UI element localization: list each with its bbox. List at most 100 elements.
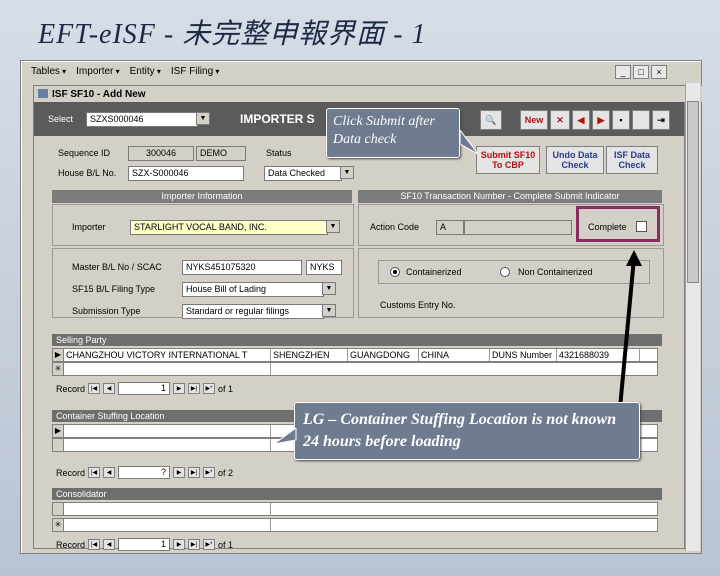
table-row[interactable]: [52, 502, 658, 516]
exit-icon[interactable]: ⇥: [652, 110, 670, 130]
menu-entity[interactable]: Entity: [130, 66, 161, 77]
containerized-label: Containerized: [406, 267, 462, 277]
row-selector-icon[interactable]: ▶: [53, 349, 64, 361]
complete-label: Complete: [588, 222, 627, 232]
undo-data-check-button[interactable]: Undo Data Check: [546, 146, 604, 174]
window-controls: _ □ ×: [615, 65, 667, 79]
transaction-field: [464, 220, 572, 235]
sf10-section-head: SF10 Transaction Number - Complete Submi…: [358, 190, 662, 203]
next-record-icon[interactable]: ▶: [173, 383, 186, 394]
record-of-text: of 1: [218, 539, 234, 550]
row-selector-icon[interactable]: [53, 503, 64, 515]
stuffing-record-nav: Record |◀ ◀ ? ▶ ▶| ▶* of 2: [56, 466, 233, 479]
binoculars-icon[interactable]: 🔍: [480, 110, 502, 130]
chevron-down-icon[interactable]: ▼: [322, 282, 336, 295]
record-label: Record: [56, 383, 86, 394]
blank-icon[interactable]: [632, 110, 650, 130]
empty-cell[interactable]: [64, 503, 271, 515]
chevron-down-icon[interactable]: ▼: [326, 220, 340, 233]
last-record-icon[interactable]: ▶|: [188, 467, 201, 478]
empty-cell[interactable]: [64, 439, 271, 451]
consolidator-record-nav: Record |◀ ◀ 1 ▶ ▶| ▶* of 1: [56, 538, 233, 551]
complete-checkbox[interactable]: [636, 221, 647, 232]
row-selector-icon[interactable]: ▶: [53, 425, 64, 437]
first-record-icon[interactable]: |◀: [88, 539, 101, 550]
submission-label: Submission Type: [72, 306, 141, 316]
last-record-icon[interactable]: ▶|: [188, 539, 201, 550]
new-row-icon: ✳: [53, 363, 64, 375]
prev-record-icon[interactable]: ◀: [103, 467, 116, 478]
delete-icon[interactable]: ✕: [550, 110, 570, 130]
record-number[interactable]: ?: [118, 466, 171, 479]
last-record-icon[interactable]: ▶|: [188, 383, 201, 394]
next-record-icon[interactable]: ▶: [173, 467, 186, 478]
empty-cell[interactable]: [64, 519, 271, 531]
new-record-icon[interactable]: ▶*: [203, 467, 216, 478]
slide-title: EFT-eISF - 未完整申報界面 - 1: [38, 19, 427, 50]
scac-field[interactable]: NYKS: [306, 260, 342, 275]
new-button[interactable]: New: [520, 110, 548, 130]
first-record-icon[interactable]: |◀: [88, 467, 101, 478]
chevron-down-icon[interactable]: ▼: [322, 304, 336, 317]
importer-label: Importer: [72, 222, 106, 232]
menu-bar: Tables Importer Entity ISF Filing: [21, 61, 707, 81]
scrollbar-thumb[interactable]: [687, 101, 699, 283]
minimize-button[interactable]: _: [615, 65, 631, 79]
importer-field[interactable]: STARLIGHT VOCAL BAND, INC.: [130, 220, 328, 235]
selling-country-cell[interactable]: CHINA: [419, 349, 490, 361]
restore-button[interactable]: □: [633, 65, 649, 79]
prev-record-icon[interactable]: ◀: [103, 383, 116, 394]
isf-data-check-button[interactable]: ISF Data Check: [606, 146, 658, 174]
selling-city-cell[interactable]: SHENGZHEN: [271, 349, 348, 361]
selling-name-cell[interactable]: CHANGZHOU VICTORY INTERNATIONAL T: [64, 349, 271, 361]
action-code-field[interactable]: A: [436, 220, 464, 235]
callout-pointer: [460, 130, 479, 155]
selling-party-head: Selling Party: [52, 334, 662, 346]
record-number[interactable]: 1: [118, 382, 171, 395]
table-row[interactable]: ▶ CHANGZHOU VICTORY INTERNATIONAL T SHEN…: [52, 348, 658, 362]
importer-section-head: Importer Information: [52, 190, 352, 203]
filing-field[interactable]: House Bill of Lading: [182, 282, 324, 297]
next-record-icon[interactable]: ▶: [592, 110, 610, 130]
row-selector-icon[interactable]: [53, 439, 64, 451]
next-record-icon[interactable]: ▶: [173, 539, 186, 550]
close-button[interactable]: ×: [651, 65, 667, 79]
non-containerized-label: Non Containerized: [518, 267, 593, 277]
status-field[interactable]: Data Checked: [264, 166, 342, 181]
selling-record-nav: Record |◀ ◀ 1 ▶ ▶| ▶* of 1: [56, 382, 233, 395]
menu-importer[interactable]: Importer: [76, 66, 119, 77]
empty-cell[interactable]: [64, 425, 271, 437]
chevron-down-icon[interactable]: ▼: [196, 112, 210, 125]
chevron-down-icon[interactable]: ▼: [340, 166, 354, 179]
table-row-new[interactable]: ✳: [52, 518, 658, 532]
customs-entry-label: Customs Entry No.: [380, 300, 456, 310]
sequence-field[interactable]: 300046: [128, 146, 194, 161]
prev-record-icon[interactable]: ◀: [103, 539, 116, 550]
select-label: Select: [48, 114, 74, 124]
filing-label: SF15 B/L Filing Type: [72, 284, 156, 294]
new-record-icon[interactable]: ▶*: [203, 383, 216, 394]
record-of-text: of 2: [218, 467, 234, 478]
radio-dot-icon: [393, 270, 397, 274]
mbl-label: Master B/L No / SCAC: [72, 262, 162, 272]
selling-province-cell[interactable]: GUANGDONG: [348, 349, 419, 361]
record-number[interactable]: 1: [118, 538, 171, 551]
non-containerized-radio[interactable]: [500, 267, 510, 277]
record-label: Record: [56, 539, 86, 550]
new-record-icon[interactable]: ▶*: [203, 539, 216, 550]
house-field[interactable]: SZX-S000046: [128, 166, 244, 181]
selling-id-type-cell[interactable]: DUNS Number: [490, 349, 557, 361]
save-icon[interactable]: ▪: [612, 110, 630, 130]
table-row-new[interactable]: ✳: [52, 362, 658, 376]
mbl-field[interactable]: NYKS451075320: [182, 260, 302, 275]
first-record-icon[interactable]: |◀: [88, 383, 101, 394]
menu-isf-filing[interactable]: ISF Filing: [171, 66, 219, 77]
select-field[interactable]: SZXS000046: [86, 112, 198, 127]
empty-cell[interactable]: [64, 363, 271, 375]
consolidator-head: Consolidator: [52, 488, 662, 500]
menu-tables[interactable]: Tables: [31, 66, 66, 77]
new-row-icon: ✳: [53, 519, 64, 531]
submit-sf10-button[interactable]: Submit SF10 To CBP: [476, 146, 540, 174]
submission-field[interactable]: Standard or regular filings: [182, 304, 324, 319]
prev-record-icon[interactable]: ◀: [572, 110, 590, 130]
